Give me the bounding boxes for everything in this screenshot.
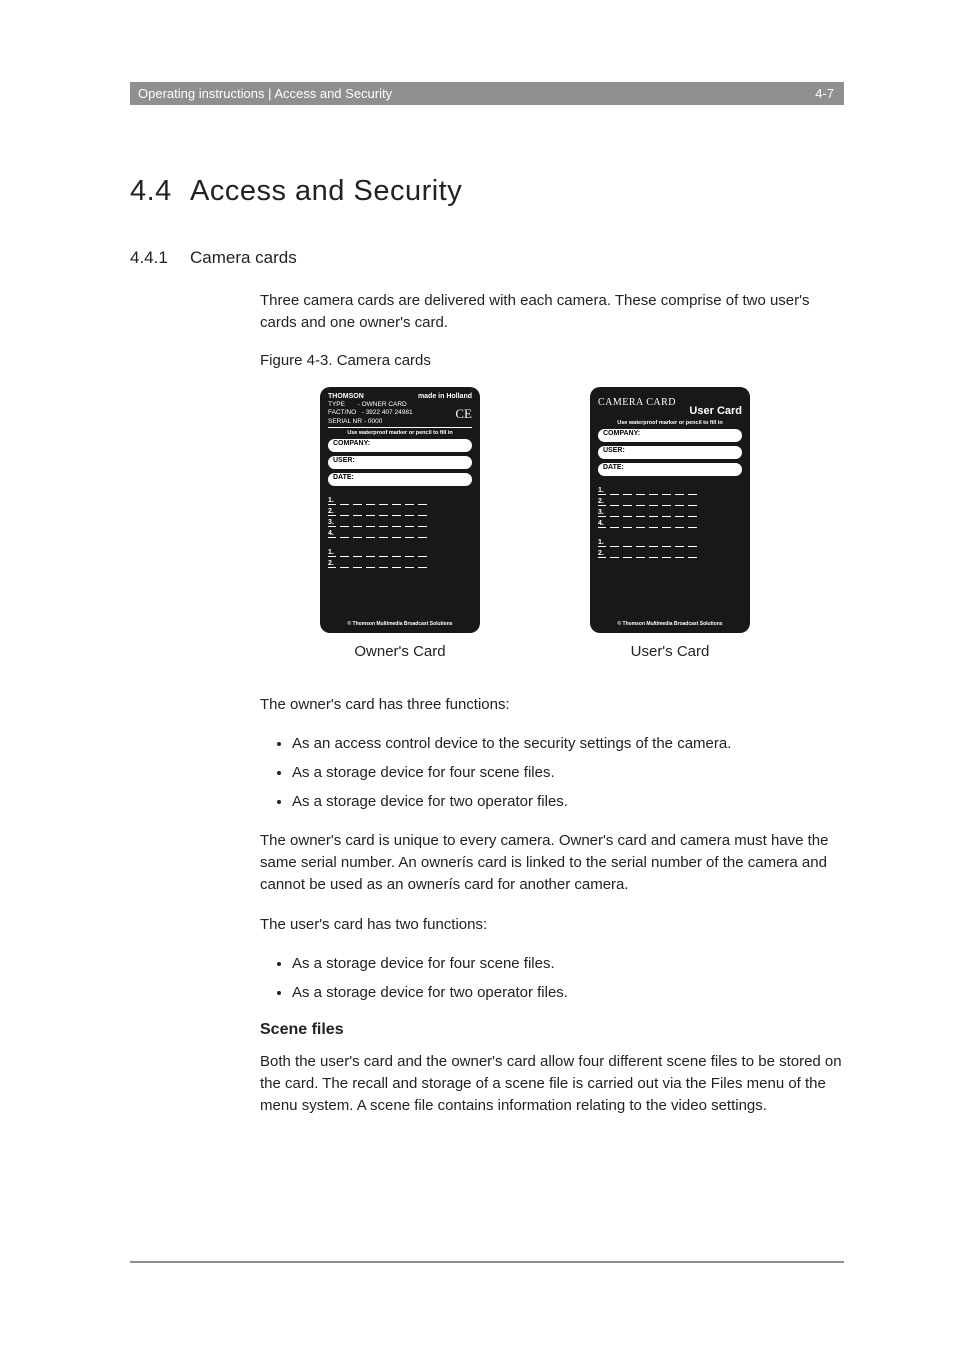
card-captions: Owner's Card User's Card xyxy=(320,643,844,660)
scene-files-heading: Scene files xyxy=(260,1021,844,1039)
line-num: 2. xyxy=(328,560,336,568)
list-item: As a storage device for four scene files… xyxy=(292,953,844,974)
user-functions-list: As a storage device for four scene files… xyxy=(260,953,844,1003)
owner-paragraph: The owner's card is unique to every came… xyxy=(260,830,844,895)
list-item: As a storage device for two operator fil… xyxy=(292,982,844,1003)
cards-row: THOMSON made in Holland TYPE - OWNER CAR… xyxy=(320,387,844,633)
owner-card-date: DATE: xyxy=(328,473,472,486)
line-num: 3. xyxy=(598,509,606,517)
owner-functions-list: As an access control device to the secur… xyxy=(260,733,844,812)
line-num: 1. xyxy=(328,549,336,557)
line-num: 3. xyxy=(328,519,336,527)
scene-files-paragraph: Both the user's card and the owner's car… xyxy=(260,1051,844,1116)
line-num: 2. xyxy=(598,498,606,506)
owner-card-copyright: © Thomson Multimedia Broadcast Solutions xyxy=(320,621,480,627)
line-num: 2. xyxy=(328,508,336,516)
line-num: 1. xyxy=(328,497,336,505)
figure-caption: Figure 4-3. Camera cards xyxy=(260,352,844,369)
line-num: 2. xyxy=(598,550,606,558)
header-right: 4-7 xyxy=(815,86,834,101)
owner-card-type-value: - OWNER CARD xyxy=(358,401,407,408)
owner-card-serial-label: SERIAL NR xyxy=(328,418,362,425)
header-left: Operating instructions | Access and Secu… xyxy=(138,86,392,101)
footer-divider xyxy=(130,1261,844,1263)
owner-card-company: COMPANY: xyxy=(328,439,472,452)
user-card-date: DATE: xyxy=(598,463,742,476)
line-num: 4. xyxy=(598,520,606,528)
user-card-user: USER: xyxy=(598,446,742,459)
user-card: CAMERA CARD User Card Use waterproof mar… xyxy=(590,387,750,633)
user-card-hint: Use waterproof marker or pencil to fill … xyxy=(598,420,742,426)
body: Three camera cards are delivered with ea… xyxy=(260,290,844,1117)
owner-card: THOMSON made in Holland TYPE - OWNER CAR… xyxy=(320,387,480,633)
user-card-company: COMPANY: xyxy=(598,429,742,442)
owner-card-brand: THOMSON xyxy=(328,393,364,400)
owner-card-origin: made in Holland xyxy=(418,393,472,400)
owner-card-user: USER: xyxy=(328,456,472,469)
user-card-caption: User's Card xyxy=(590,643,750,660)
owner-card-factno-value: - 3922 407 24981 xyxy=(362,409,413,416)
owner-card-serial-value: - 0000 xyxy=(364,418,382,425)
user-card-lines2: 1. 2. xyxy=(598,536,742,558)
owner-card-hint: Use waterproof marker or pencil to fill … xyxy=(328,430,472,436)
owner-card-lines4: 1. 2. 3. 4. xyxy=(328,494,472,538)
section-number: 4.4 xyxy=(130,175,190,208)
page: Operating instructions | Access and Secu… xyxy=(0,0,954,1351)
ce-mark-icon: CE xyxy=(455,406,472,422)
list-item: As an access control device to the secur… xyxy=(292,733,844,754)
line-num: 1. xyxy=(598,539,606,547)
owner-card-caption: Owner's Card xyxy=(320,643,480,660)
section-heading: 4.4 Access and Security xyxy=(130,175,844,208)
subsection-number: 4.4.1 xyxy=(130,248,190,268)
owner-card-lines2: 1. 2. xyxy=(328,546,472,568)
user-card-copyright: © Thomson Multimedia Broadcast Solutions xyxy=(590,621,750,627)
line-num: 4. xyxy=(328,530,336,538)
subsection-heading: 4.4.1 Camera cards xyxy=(130,248,844,268)
intro-paragraph: Three camera cards are delivered with ea… xyxy=(260,290,844,334)
line-num: 1. xyxy=(598,487,606,495)
list-item: As a storage device for four scene files… xyxy=(292,762,844,783)
owner-functions-intro: The owner's card has three functions: xyxy=(260,694,844,716)
page-header: Operating instructions | Access and Secu… xyxy=(130,82,844,105)
section-title: Access and Security xyxy=(190,175,462,208)
user-card-lines4: 1. 2. 3. 4. xyxy=(598,484,742,528)
owner-card-type-label: TYPE xyxy=(328,401,345,408)
user-functions-intro: The user's card has two functions: xyxy=(260,914,844,936)
owner-card-factno-label: FACT/NO xyxy=(328,409,356,416)
subsection-title: Camera cards xyxy=(190,248,297,268)
list-item: As a storage device for two operator fil… xyxy=(292,791,844,812)
